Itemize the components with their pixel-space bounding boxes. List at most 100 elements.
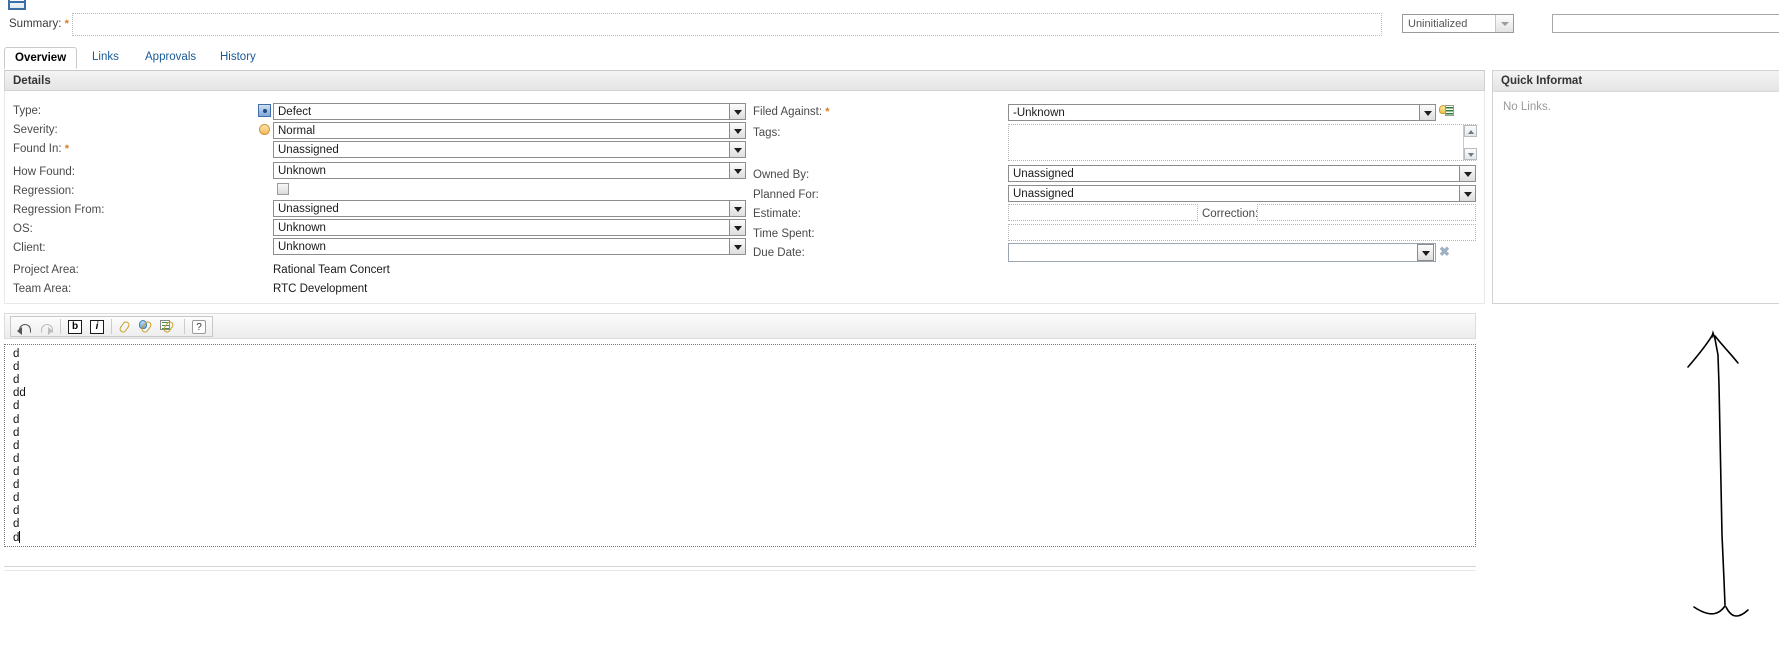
attach-link-icon[interactable] [116, 318, 136, 336]
description-line: d [13, 348, 20, 360]
severity-value: Normal [278, 125, 316, 137]
bottom-divider [4, 566, 1476, 567]
toolbar-separator [184, 319, 185, 334]
type-value: Defect [278, 106, 312, 118]
italic-icon[interactable]: i [87, 318, 107, 336]
os-combo-arrow-icon[interactable] [729, 219, 746, 236]
description-line: d [13, 413, 20, 426]
required-marker: * [64, 18, 69, 30]
correction-input[interactable] [1257, 204, 1476, 221]
owned-by-combo-arrow-icon[interactable] [1459, 165, 1476, 182]
description-line: d [13, 465, 20, 478]
toolbar-separator [60, 319, 61, 334]
description-line: d [13, 439, 20, 452]
label-regression-from: Regression From: [13, 204, 105, 216]
os-value: Unknown [278, 222, 326, 234]
tab-overview[interactable]: Overview [4, 47, 78, 69]
due-date-picker-icon[interactable] [1417, 244, 1434, 261]
description-line: d [13, 518, 20, 531]
attach-user-icon[interactable] [138, 318, 158, 336]
tags-scrollbar[interactable] [1463, 125, 1477, 160]
found-in-combo[interactable]: Unassigned [273, 141, 746, 158]
redo-icon[interactable] [36, 318, 56, 336]
estimate-input[interactable] [1008, 204, 1198, 221]
description-line: d [13, 492, 20, 505]
description-line: d [13, 479, 20, 491]
team-area-value: RTC Development [273, 283, 368, 295]
client-combo[interactable]: Unknown [273, 238, 746, 255]
severity-combo[interactable]: Normal [273, 122, 746, 139]
no-links-text: No Links. [1503, 101, 1551, 113]
severity-combo-arrow-icon[interactable] [729, 122, 746, 139]
description-toolbar: b i ? [10, 316, 213, 337]
found-in-combo-arrow-icon[interactable] [729, 141, 746, 158]
client-combo-arrow-icon[interactable] [729, 238, 746, 255]
tab-links[interactable]: Links [82, 47, 129, 69]
state-dropdown[interactable]: Uninitialized [1402, 14, 1514, 33]
tab-history[interactable]: History [210, 47, 266, 69]
details-title: Details [13, 75, 51, 87]
filed-against-picker-icon[interactable] [1439, 104, 1454, 118]
description-line: d [13, 452, 20, 465]
regression-from-combo-arrow-icon[interactable] [729, 200, 746, 217]
summary-input[interactable] [72, 13, 1382, 36]
filed-against-value: -Unknown [1013, 107, 1065, 119]
scroll-down-icon[interactable] [1464, 148, 1477, 160]
help-icon[interactable]: ? [189, 318, 209, 336]
details-section-header: Details [4, 70, 1485, 91]
toolbar-separator [111, 319, 112, 334]
regression-from-combo[interactable]: Unassigned [273, 200, 746, 217]
work-item-editor: Summary: * Uninitialized Overview Links … [0, 0, 1779, 648]
regression-from-value: Unassigned [278, 203, 339, 215]
description-textarea[interactable]: d d d dd d d d d d d d d d d d [4, 344, 1476, 547]
type-combo[interactable]: Defect [273, 103, 746, 120]
description-toolbar-container: b i ? [4, 313, 1476, 339]
quick-information-header: Quick Informat [1493, 71, 1779, 92]
os-combo[interactable]: Unknown [273, 219, 746, 236]
owned-by-combo[interactable]: Unassigned [1008, 165, 1476, 182]
filed-against-combo[interactable]: -Unknown [1008, 104, 1436, 121]
how-found-combo-arrow-icon[interactable] [729, 162, 746, 179]
right-edge-field[interactable] [1552, 14, 1779, 33]
clear-date-icon[interactable]: ✖ [1439, 245, 1450, 258]
how-found-combo[interactable]: Unknown [273, 162, 746, 179]
filed-against-combo-arrow-icon[interactable] [1419, 104, 1436, 121]
due-date-input[interactable] [1008, 243, 1436, 262]
tags-input[interactable] [1008, 124, 1476, 161]
label-severity: Severity: [13, 124, 58, 136]
details-section-body: Type: Defect Severity: Normal Found In: … [4, 91, 1485, 304]
scroll-up-icon[interactable] [1464, 125, 1477, 137]
label-estimate: Estimate: [753, 208, 801, 220]
how-found-value: Unknown [278, 165, 326, 177]
description-line: d [13, 426, 20, 439]
tab-approvals[interactable]: Approvals [135, 47, 206, 69]
type-combo-arrow-icon[interactable] [729, 103, 746, 120]
description-line: d [13, 374, 20, 387]
chevron-down-icon[interactable] [1495, 15, 1513, 32]
label-os: OS: [13, 223, 33, 235]
description-line: dd [13, 387, 26, 400]
label-regression: Regression: [13, 185, 75, 197]
description-line: d [13, 505, 20, 518]
quick-information-panel: Quick Informat No Links. [1492, 70, 1779, 304]
state-value: Uninitialized [1408, 18, 1468, 30]
required-marker: * [825, 106, 830, 118]
planned-for-combo-arrow-icon[interactable] [1459, 185, 1476, 202]
annotation-arrow [1687, 330, 1749, 617]
regression-checkbox[interactable] [277, 183, 289, 195]
time-spent-input[interactable] [1008, 224, 1476, 241]
attach-item-icon[interactable] [160, 318, 180, 336]
description-line: d [13, 400, 20, 413]
label-due-date: Due Date: [753, 247, 805, 259]
editor-tabs: Overview Links Approvals History [0, 47, 1779, 69]
label-planned-for: Planned For: [753, 189, 819, 201]
planned-for-combo[interactable]: Unassigned [1008, 185, 1476, 202]
severity-normal-icon [259, 124, 270, 135]
label-owned-by: Owned By: [753, 169, 810, 181]
owned-by-value: Unassigned [1013, 168, 1074, 180]
found-in-value: Unassigned [278, 144, 339, 156]
bold-icon[interactable]: b [65, 318, 85, 336]
undo-icon[interactable] [14, 318, 34, 336]
label-tags: Tags: [753, 127, 781, 139]
description-line: d [13, 531, 21, 545]
